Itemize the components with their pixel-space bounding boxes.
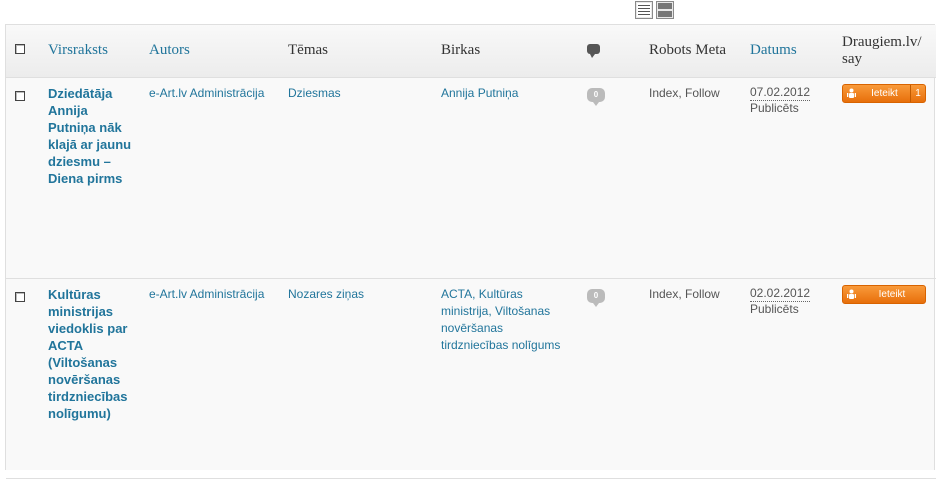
- category-link[interactable]: Nozares ziņas: [288, 287, 364, 301]
- title-cell: Dziedātāja Annija Putniņa nāk klajā ar j…: [40, 76, 141, 279]
- select-all-cell: [6, 25, 40, 78]
- comment-count-bubble[interactable]: 0: [587, 288, 605, 307]
- author-cell: e-Art.lv Administrācija: [141, 76, 280, 279]
- excerpt-view-icon[interactable]: [656, 1, 674, 19]
- draugiem-logo-icon: [843, 286, 859, 303]
- posts-table: Virsraksts Autors Tēmas Birkas Robots Me…: [5, 24, 936, 479]
- draugiem-logo-icon: [843, 85, 859, 102]
- robots-cell: Index, Follow: [641, 76, 742, 279]
- draugiem-cell: Ieteikt 1: [834, 76, 936, 279]
- column-tags-label: Birkas: [441, 42, 481, 59]
- draugiem-say-button[interactable]: Ieteikt 1: [842, 83, 926, 103]
- column-draugiem: Draugiem.lv/ say: [834, 25, 936, 78]
- row-checkbox-cell: [6, 76, 40, 279]
- title-cell: Kultūras ministrijas viedoklis par ACTA …: [40, 277, 141, 479]
- categories-cell: Dziesmas: [280, 76, 433, 279]
- post-title-link[interactable]: Kultūras ministrijas viedoklis par ACTA …: [48, 286, 132, 422]
- column-categories-label: Tēmas: [288, 42, 328, 59]
- row-checkbox-cell: [6, 277, 40, 479]
- column-author[interactable]: Autors: [141, 25, 280, 78]
- column-categories: Tēmas: [280, 25, 433, 78]
- post-status: Publicēts: [750, 301, 799, 316]
- tags-cell: Annija Putniņa: [433, 76, 579, 279]
- post-status: Publicēts: [750, 100, 799, 115]
- select-all-checkbox[interactable]: [15, 44, 25, 55]
- draugiem-say-button[interactable]: Ieteikt: [842, 284, 926, 304]
- categories-cell: Nozares ziņas: [280, 277, 433, 479]
- tags-cell: ACTA, Kultūras ministrija, Viltošanas no…: [433, 277, 579, 479]
- column-comments[interactable]: [579, 25, 641, 78]
- row-checkbox[interactable]: [15, 90, 25, 101]
- column-robots-label: Robots Meta: [649, 42, 727, 59]
- robots-meta-value: Index, Follow: [649, 85, 720, 100]
- draugiem-say-label: Ieteikt: [878, 288, 906, 300]
- draugiem-say-label: Ieteikt: [871, 87, 898, 99]
- view-switch: [635, 1, 674, 19]
- robots-meta-value: Index, Follow: [649, 286, 720, 301]
- draugiem-cell: Ieteikt: [834, 277, 936, 479]
- table-row: Kultūras ministrijas viedoklis par ACTA …: [6, 277, 936, 479]
- author-link[interactable]: e-Art.lv Administrācija: [149, 287, 264, 301]
- author-link[interactable]: e-Art.lv Administrācija: [149, 86, 264, 100]
- column-title-label[interactable]: Virsraksts: [48, 42, 108, 58]
- tag-link[interactable]: ACTA, Kultūras ministrija, Viltošanas no…: [441, 287, 560, 352]
- draugiem-say-count: 1: [910, 84, 925, 102]
- post-title-link[interactable]: Dziedātāja Annija Putniņa nāk klajā ar j…: [48, 85, 132, 187]
- comment-count-bubble[interactable]: 0: [587, 87, 605, 106]
- tag-link[interactable]: Annija Putniņa: [441, 86, 518, 100]
- author-cell: e-Art.lv Administrācija: [141, 277, 280, 479]
- column-date[interactable]: Datums: [742, 25, 834, 78]
- comments-cell: 0: [579, 76, 641, 279]
- table-header-row: Virsraksts Autors Tēmas Birkas Robots Me…: [6, 25, 936, 78]
- column-date-label[interactable]: Datums: [750, 42, 797, 58]
- table-row: Dziedātāja Annija Putniņa nāk klajā ar j…: [6, 76, 936, 279]
- column-author-label[interactable]: Autors: [149, 42, 190, 58]
- robots-cell: Index, Follow: [641, 277, 742, 479]
- comment-bubble-icon[interactable]: [587, 44, 600, 59]
- category-link[interactable]: Dziesmas: [288, 86, 341, 100]
- column-title[interactable]: Virsraksts: [40, 25, 141, 78]
- post-date: 07.02.2012: [750, 84, 811, 101]
- date-cell: 02.02.2012 Publicēts: [742, 277, 834, 479]
- row-checkbox[interactable]: [15, 291, 25, 302]
- column-tags: Birkas: [433, 25, 579, 78]
- post-date: 02.02.2012: [750, 285, 811, 302]
- comments-cell: 0: [579, 277, 641, 479]
- column-draugiem-label: Draugiem.lv/ say: [842, 33, 922, 67]
- list-view-icon[interactable]: [635, 1, 653, 19]
- column-robots: Robots Meta: [641, 25, 742, 78]
- date-cell: 07.02.2012 Publicēts: [742, 76, 834, 279]
